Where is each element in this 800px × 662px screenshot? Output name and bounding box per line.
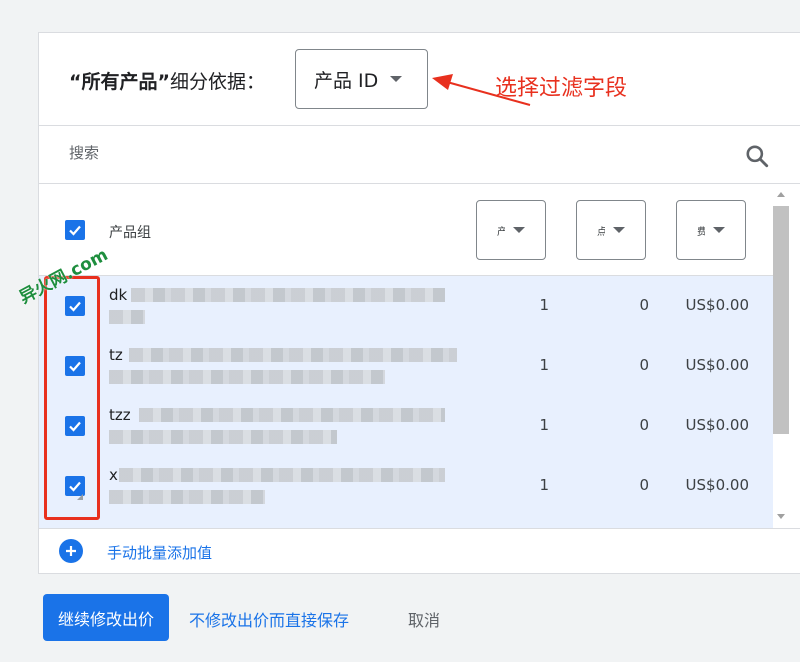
table-body: dk 1 0 US$0.00 tz 1 0 US$0.00 tzz 1 0 US… bbox=[39, 276, 773, 528]
redacted-text bbox=[119, 468, 445, 482]
select-all-checkbox[interactable] bbox=[65, 220, 85, 240]
search-icon[interactable] bbox=[744, 143, 770, 169]
scroll-down-icon[interactable] bbox=[777, 514, 785, 519]
footer-actions: 继续修改出价 不修改出价而直接保存 取消 bbox=[0, 574, 800, 662]
scroll-up-icon[interactable] bbox=[777, 192, 785, 197]
annotation-text: 选择过滤字段 bbox=[495, 76, 628, 101]
column-dropdown-1[interactable]: 产 bbox=[476, 200, 546, 260]
save-without-bid-button[interactable]: 不修改出价而直接保存 bbox=[189, 607, 349, 631]
continue-edit-bid-button[interactable]: 继续修改出价 bbox=[43, 594, 169, 641]
page-title: “所有产品”细分依据： bbox=[69, 67, 265, 94]
title-quoted: “所有产品” bbox=[69, 71, 170, 93]
scroll-thumb[interactable] bbox=[773, 206, 789, 434]
dimension-value: 产品 ID bbox=[314, 69, 379, 92]
redacted-text bbox=[129, 348, 457, 362]
redacted-text bbox=[109, 430, 337, 444]
chevron-down-icon bbox=[513, 227, 525, 233]
column-dropdown-label: 产 bbox=[497, 223, 505, 238]
add-values-row: 手动批量添加值 bbox=[39, 528, 800, 574]
row-qty: 1 bbox=[539, 476, 549, 494]
cancel-button[interactable]: 取消 bbox=[408, 607, 440, 631]
redacted-text bbox=[109, 310, 145, 324]
redacted-text bbox=[131, 288, 445, 302]
redacted-text bbox=[109, 490, 265, 504]
redacted-text bbox=[139, 408, 445, 422]
row-conversions: 0 bbox=[639, 296, 649, 314]
table-row[interactable]: x 1 0 US$0.00 bbox=[39, 456, 773, 516]
product-name: tz bbox=[109, 346, 123, 364]
product-name: tzz bbox=[109, 406, 131, 424]
row-cost: US$0.00 bbox=[685, 296, 749, 314]
row-conversions: 0 bbox=[639, 356, 649, 374]
table-scrollbar[interactable] bbox=[773, 184, 791, 528]
product-name: x bbox=[109, 466, 118, 484]
row-cost: US$0.00 bbox=[685, 356, 749, 374]
table-row[interactable]: tzz 1 0 US$0.00 bbox=[39, 396, 773, 456]
check-icon bbox=[69, 225, 81, 236]
row-qty: 1 bbox=[539, 356, 549, 374]
search-input[interactable] bbox=[69, 144, 669, 162]
chevron-down-icon bbox=[713, 227, 725, 233]
row-qty: 1 bbox=[539, 296, 549, 314]
column-dropdown-label: 费 bbox=[697, 223, 705, 238]
row-cost: US$0.00 bbox=[685, 476, 749, 494]
column-label-product-group: 产品组 bbox=[109, 225, 151, 241]
column-dropdown-label: 点 bbox=[597, 223, 605, 238]
row-qty: 1 bbox=[539, 416, 549, 434]
table-header: 产品组 产 点 费 bbox=[39, 184, 773, 276]
bulk-add-values-link[interactable]: 手动批量添加值 bbox=[107, 542, 212, 563]
redacted-text bbox=[109, 370, 385, 384]
annotation-highlight-box bbox=[44, 276, 100, 520]
product-subdivision-panel: “所有产品”细分依据： 产品 ID 产品组 产 点 费 bbox=[38, 32, 800, 574]
row-conversions: 0 bbox=[639, 476, 649, 494]
column-dropdown-3[interactable]: 费 bbox=[676, 200, 746, 260]
table-row[interactable]: tz 1 0 US$0.00 bbox=[39, 336, 773, 396]
column-dropdown-2[interactable]: 点 bbox=[576, 200, 646, 260]
title-suffix: 细分依据： bbox=[169, 71, 265, 93]
product-name: dk bbox=[109, 286, 128, 304]
table-row[interactable]: dk 1 0 US$0.00 bbox=[39, 276, 773, 336]
row-cost: US$0.00 bbox=[685, 416, 749, 434]
plus-icon[interactable] bbox=[59, 539, 83, 563]
row-conversions: 0 bbox=[639, 416, 649, 434]
chevron-down-icon bbox=[613, 227, 625, 233]
search-bar bbox=[39, 125, 800, 184]
